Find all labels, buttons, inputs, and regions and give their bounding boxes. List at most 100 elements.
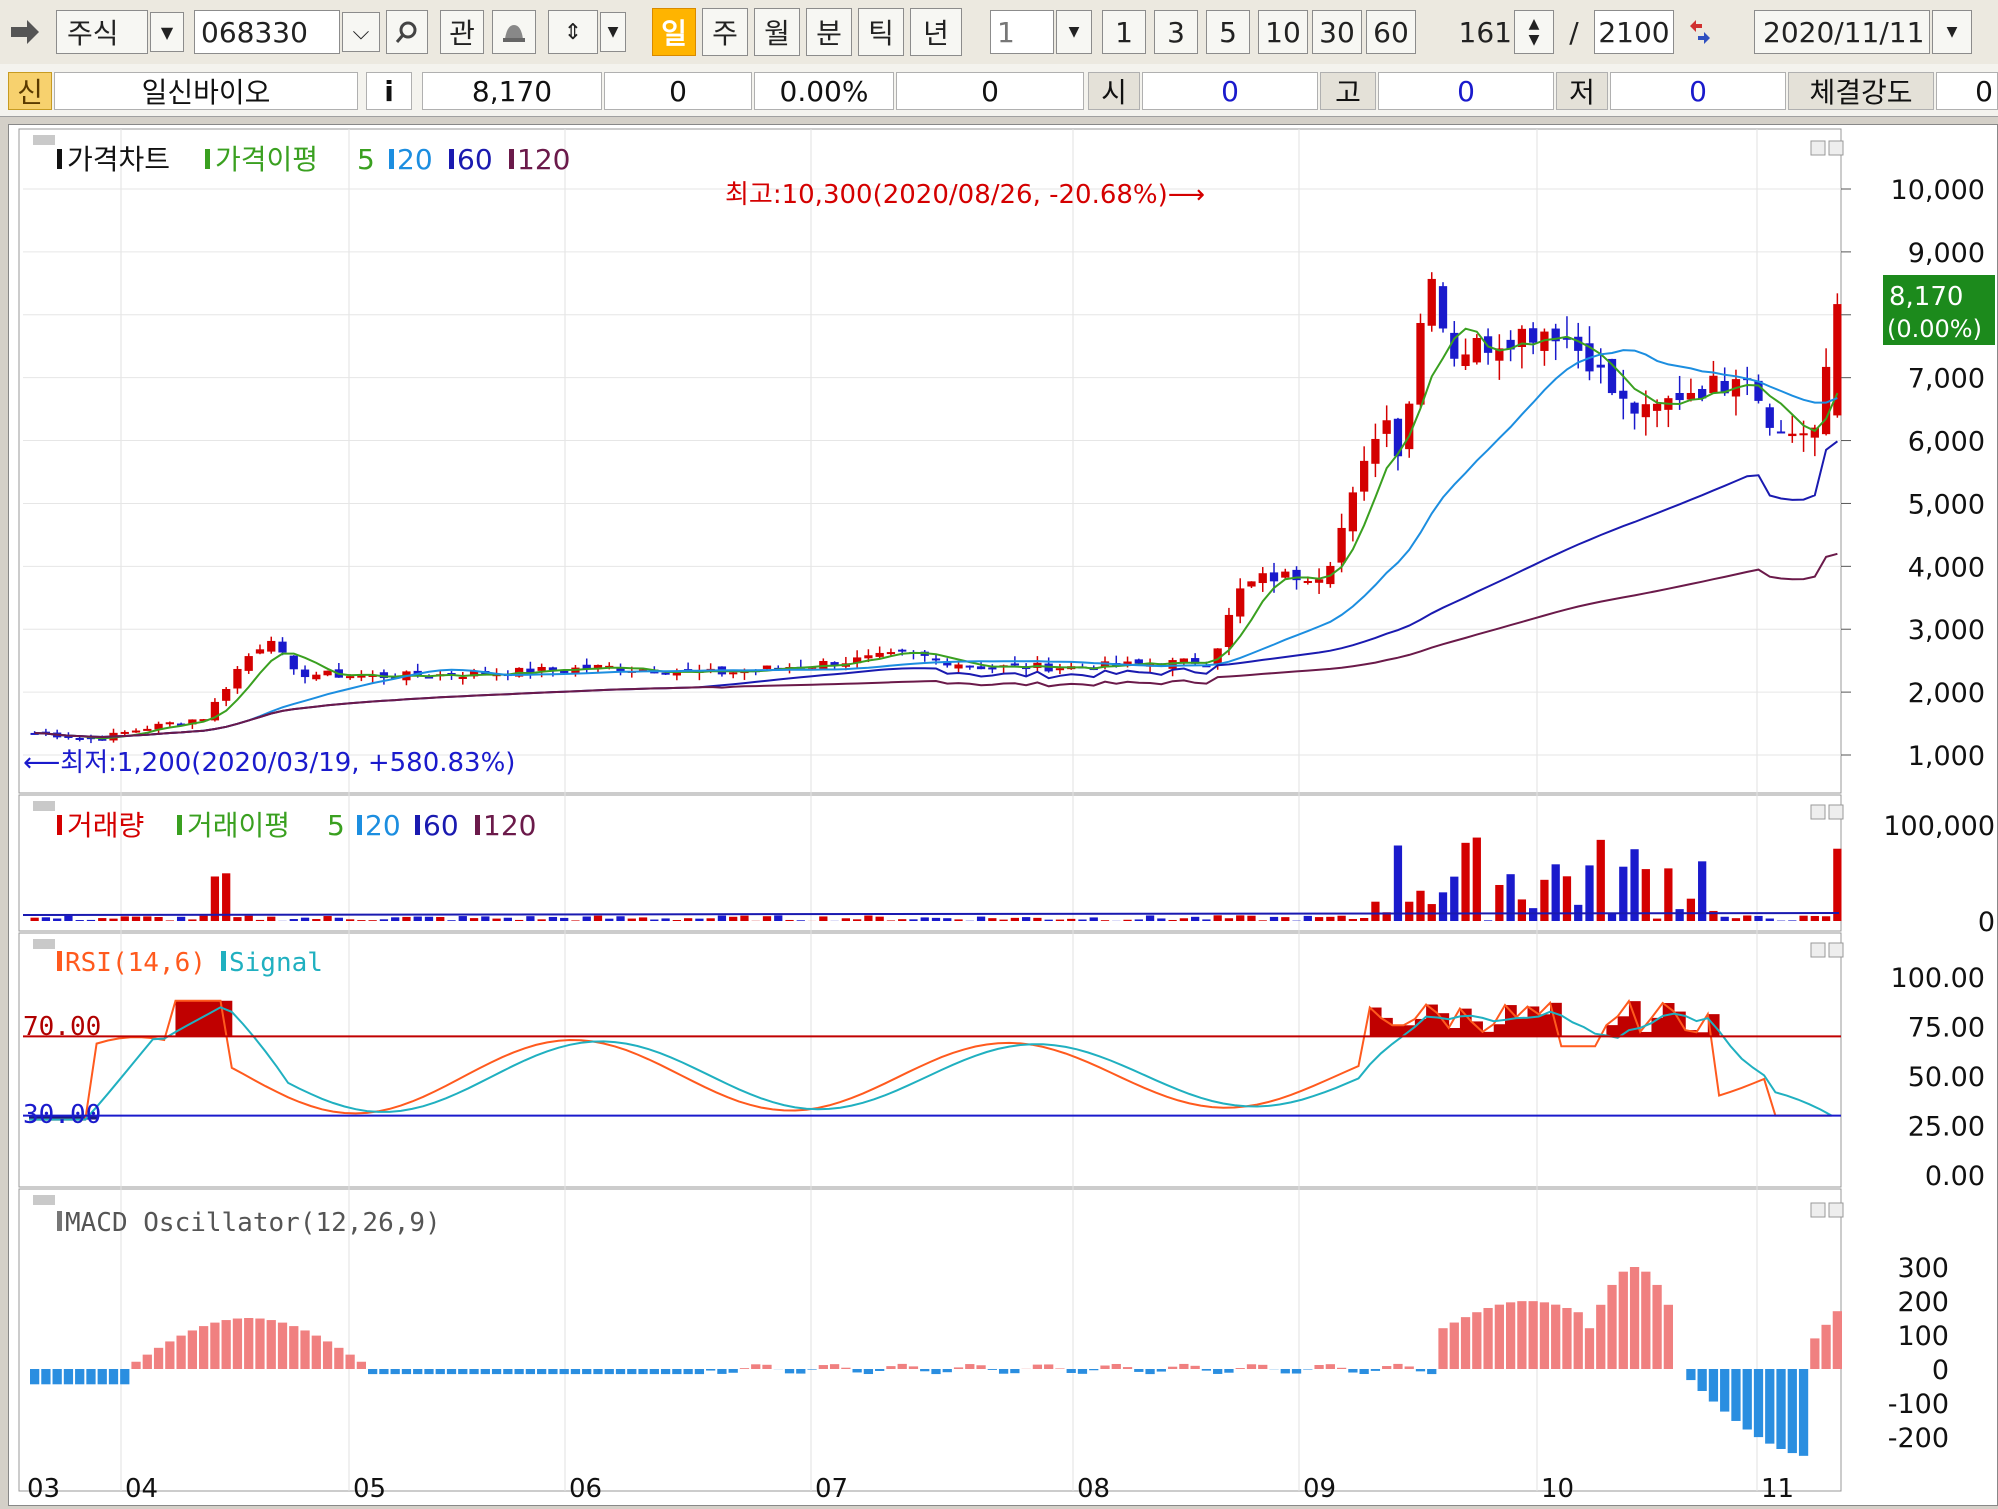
legend-macd: MACD Oscillator(12,26,9) bbox=[65, 1208, 441, 1238]
watch-button[interactable]: 관 bbox=[440, 10, 484, 54]
code-input[interactable]: 068330 bbox=[194, 10, 340, 54]
volume-bar bbox=[1180, 918, 1188, 921]
candle-body bbox=[1619, 391, 1627, 399]
macd-bar bbox=[526, 1369, 535, 1374]
interval-5-button[interactable]: 5 bbox=[1206, 10, 1250, 54]
interval-dropdown-icon[interactable]: ▼ bbox=[1056, 10, 1092, 54]
macd-bar bbox=[210, 1323, 219, 1369]
pane-close-icon[interactable] bbox=[1829, 805, 1843, 819]
change-value: 0 bbox=[604, 72, 752, 110]
interval-input[interactable]: 1 bbox=[990, 10, 1054, 54]
volume-bar bbox=[143, 916, 151, 921]
macd-bar bbox=[1348, 1369, 1357, 1373]
chart-svg[interactable]: 03040506070809101110,0009,0008,0007,0006… bbox=[9, 125, 1997, 1505]
macd-bar bbox=[1607, 1285, 1616, 1369]
legend-vma5: 5 bbox=[327, 809, 345, 842]
candle-body bbox=[1766, 407, 1774, 428]
total-input[interactable]: 2100 bbox=[1594, 10, 1674, 54]
candle-body bbox=[1428, 279, 1436, 326]
pane-close-icon[interactable] bbox=[1829, 943, 1843, 957]
candle-body bbox=[1315, 579, 1323, 582]
volume-bar bbox=[560, 918, 568, 921]
candle-body bbox=[1270, 572, 1278, 581]
candle-body bbox=[1653, 404, 1661, 411]
pane-minimize-icon[interactable] bbox=[1811, 1203, 1825, 1217]
pane-minimize-icon[interactable] bbox=[1811, 943, 1825, 957]
open-value: 0 bbox=[1142, 72, 1318, 110]
period-week[interactable]: 주 bbox=[702, 8, 748, 56]
pane-close-icon[interactable] bbox=[1829, 1203, 1843, 1217]
volume-bar bbox=[1360, 918, 1368, 921]
info-icon[interactable]: i bbox=[366, 72, 412, 110]
macd-tick-label: 200 bbox=[1897, 1287, 1949, 1318]
macd-bar bbox=[582, 1369, 591, 1374]
stepper-dropdown-icon[interactable]: ▼ bbox=[600, 12, 626, 52]
macd-bar bbox=[593, 1369, 602, 1374]
count-stepper[interactable]: ▲▼ bbox=[1514, 10, 1554, 54]
period-tick[interactable]: 틱 bbox=[858, 8, 904, 56]
legend-vma: 거래이평 bbox=[187, 809, 290, 842]
volume-bar bbox=[481, 916, 489, 921]
chevron-down-icon[interactable]: ⌵ bbox=[342, 12, 380, 52]
interval-30-button[interactable]: 30 bbox=[1312, 10, 1362, 54]
macd-bar bbox=[424, 1369, 433, 1374]
candle-body bbox=[932, 658, 940, 660]
bell-icon[interactable] bbox=[492, 10, 536, 54]
chart-area[interactable]: 03040506070809101110,0009,0008,0007,0006… bbox=[8, 124, 1998, 1506]
date-input[interactable]: 2020/11/11 bbox=[1754, 10, 1930, 54]
period-year[interactable]: 년 bbox=[910, 8, 962, 56]
interval-1-button[interactable]: 1 bbox=[1102, 10, 1146, 54]
pct-text: 0.00% bbox=[780, 75, 869, 108]
interval-10-button[interactable]: 10 bbox=[1258, 10, 1308, 54]
price-tick-label: 6,000 bbox=[1908, 427, 1985, 458]
volume-bar bbox=[256, 920, 264, 921]
interval-30-label: 30 bbox=[1319, 16, 1355, 49]
macd-bar bbox=[41, 1369, 50, 1384]
candle-body bbox=[1529, 328, 1537, 342]
volume-bar bbox=[1236, 915, 1244, 921]
price-pane bbox=[19, 129, 1841, 793]
volume-bar bbox=[1495, 885, 1503, 921]
macd-bar bbox=[1776, 1369, 1785, 1449]
macd-bar bbox=[1078, 1369, 1087, 1374]
zoom-arrows-icon[interactable] bbox=[1680, 10, 1720, 54]
period-month[interactable]: 월 bbox=[754, 8, 800, 56]
volume-bar bbox=[594, 916, 602, 921]
candle-body bbox=[1416, 323, 1424, 405]
candle-body bbox=[290, 656, 298, 670]
link-arrow-icon[interactable] bbox=[6, 12, 46, 52]
volume-bar bbox=[369, 920, 377, 921]
candle-body bbox=[1484, 336, 1492, 353]
macd-bar bbox=[1179, 1364, 1188, 1369]
candle-body bbox=[1135, 659, 1143, 663]
search-icon[interactable] bbox=[386, 10, 428, 54]
pane-close-icon[interactable] bbox=[1829, 141, 1843, 155]
interval-60-button[interactable]: 60 bbox=[1366, 10, 1416, 54]
month-tick-label: 11 bbox=[1761, 1474, 1794, 1504]
market-dropdown-icon[interactable]: ▼ bbox=[150, 12, 184, 52]
period-minute[interactable]: 분 bbox=[806, 8, 852, 56]
macd-bar bbox=[1292, 1369, 1301, 1374]
updown-stepper-icon[interactable]: ⇕ bbox=[548, 10, 598, 54]
stock-name[interactable]: 일신바이오 bbox=[54, 72, 358, 110]
pane-minimize-icon[interactable] bbox=[1811, 805, 1825, 819]
calendar-dropdown-icon[interactable]: ▼ bbox=[1932, 10, 1972, 54]
volume-bar bbox=[650, 920, 658, 921]
macd-bar bbox=[222, 1320, 231, 1369]
market-select[interactable]: 주식 bbox=[56, 10, 148, 54]
macd-bar bbox=[1810, 1338, 1819, 1369]
macd-bar bbox=[1134, 1369, 1143, 1372]
pane-minimize-icon[interactable] bbox=[1811, 141, 1825, 155]
macd-bar bbox=[165, 1341, 174, 1369]
high-text: 0 bbox=[1457, 75, 1475, 108]
macd-bar bbox=[1574, 1312, 1583, 1369]
rsi-tick-label: 75.00 bbox=[1908, 1013, 1985, 1044]
interval-3-button[interactable]: 3 bbox=[1154, 10, 1198, 54]
candle-body bbox=[1337, 528, 1345, 563]
macd-bar bbox=[1743, 1369, 1752, 1430]
rsi-overbought-fill bbox=[1494, 1024, 1506, 1036]
macd-bar bbox=[976, 1365, 985, 1369]
period-day[interactable]: 일 bbox=[652, 8, 696, 56]
macd-bar bbox=[143, 1355, 152, 1369]
macd-bar bbox=[458, 1369, 467, 1374]
